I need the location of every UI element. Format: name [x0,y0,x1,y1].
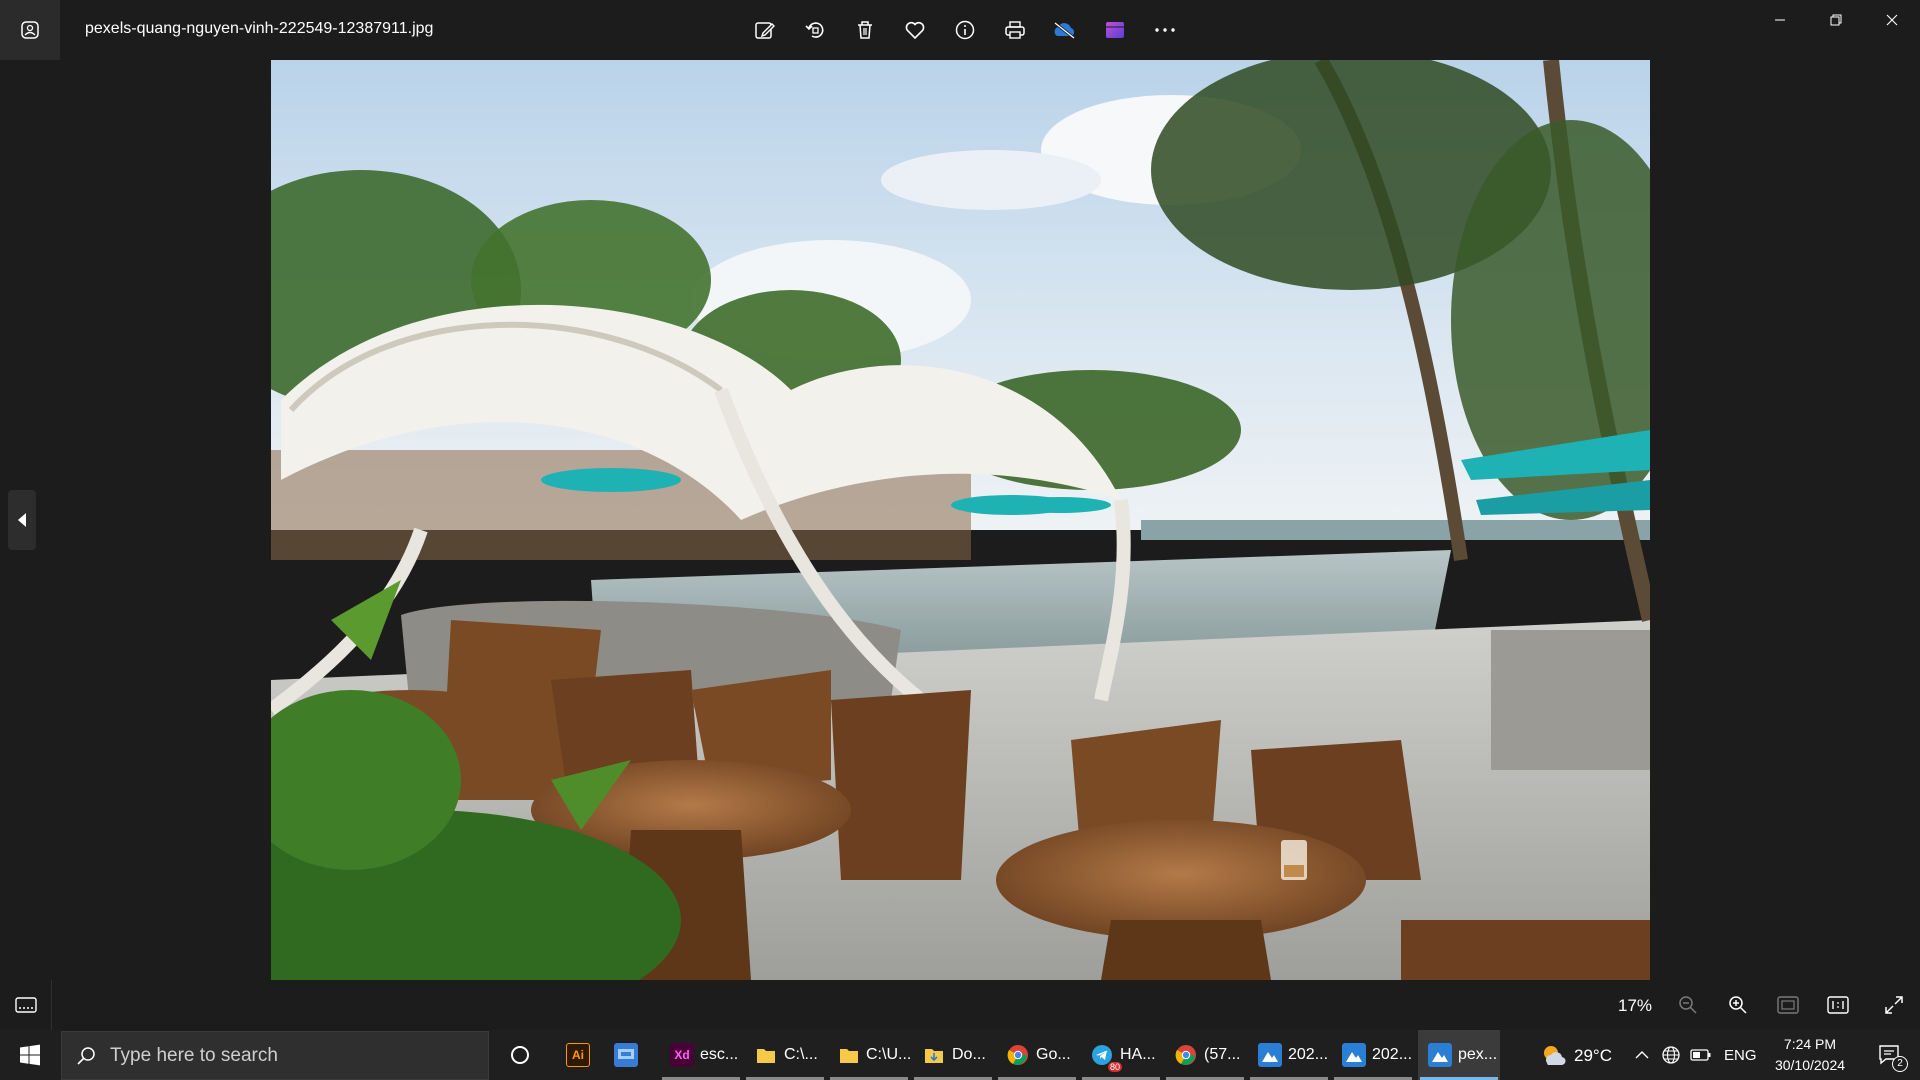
file-name: pexels-quang-nguyen-vinh-222549-12387911… [85,20,434,37]
zoom-level: 17% [1617,996,1653,1015]
photos-icon [1428,1043,1452,1067]
full-screen-icon[interactable] [1872,985,1916,1025]
search-placeholder: Type here to search [110,1044,278,1066]
telegram-icon: 80 [1090,1043,1122,1072]
taskbar-app-telegram[interactable]: 80 HA... [1080,1030,1162,1080]
notification-count: 2 [1892,1056,1908,1072]
zoom-out-button[interactable] [1666,985,1710,1025]
battery-icon[interactable] [1688,1030,1714,1080]
xd-icon: Xd [670,1043,694,1067]
more-options-icon[interactable] [1140,10,1190,50]
fit-to-window-icon[interactable] [1766,985,1810,1025]
actual-size-icon[interactable] [1816,985,1860,1025]
search-icon [77,1046,95,1065]
taskbar-search-box[interactable]: Type here to search [61,1031,489,1080]
chrome-icon [1006,1043,1030,1067]
close-button[interactable] [1864,0,1920,40]
taskbar-app-photos-active[interactable]: pex... [1418,1030,1500,1080]
info-icon[interactable] [940,10,990,50]
taskbar-app-explorer-1[interactable]: C:\... [744,1030,826,1080]
downloads-folder-icon [922,1043,946,1067]
title-bar: pexels-quang-nguyen-vinh-222549-12387911… [0,0,1920,60]
weather-temperature[interactable]: 29°C [1574,1046,1612,1066]
zoom-in-button[interactable] [1716,985,1760,1025]
print-icon[interactable] [990,10,1040,50]
folder-icon [838,1043,860,1067]
displayed-photo [271,60,1650,980]
onedrive-icon[interactable] [1040,10,1090,50]
illustrator-icon: Ai [566,1043,590,1067]
chevron-up-icon[interactable] [1632,1030,1652,1080]
clipchamp-icon[interactable] [1090,10,1140,50]
start-button[interactable] [0,1030,60,1080]
filmstrip-button[interactable] [0,980,52,1030]
notifications-button[interactable]: 2 [1866,1030,1914,1080]
window-controls [1752,0,1920,40]
rotate-icon[interactable] [790,10,840,50]
telegram-badge: 80 [1107,1062,1122,1072]
photos-icon [1342,1043,1366,1067]
photo-toolbar [740,10,1190,50]
viewer-bottom-bar: 17% [0,980,1920,1030]
folder-icon [754,1043,778,1067]
delete-icon[interactable] [840,10,890,50]
control-panel-icon [614,1043,638,1067]
photos-app-icon[interactable] [0,0,60,60]
taskbar-app-explorer-2[interactable]: C:\U... [828,1030,911,1080]
language-indicator[interactable]: ENG [1724,1047,1757,1064]
network-globe-icon[interactable] [1658,1030,1684,1080]
chrome-icon [1174,1043,1198,1067]
taskbar-app-chrome[interactable]: (57... [1164,1030,1246,1080]
taskbar-app-downloads[interactable]: Do... [912,1030,994,1080]
edit-image-icon[interactable] [740,10,790,50]
photo-viewer [0,60,1920,980]
weather-icon[interactable] [1536,1030,1570,1080]
taskbar-app-xd[interactable]: Xd esc... [660,1030,742,1080]
cortana-button[interactable] [500,1030,540,1080]
photos-icon [1258,1043,1282,1067]
clock-date: 30/10/2024 [1774,1057,1846,1073]
minimize-button[interactable] [1752,0,1808,40]
taskbar-app-illustrator[interactable]: Ai [556,1030,600,1080]
previous-photo-button[interactable] [8,490,36,550]
favorite-icon[interactable] [890,10,940,50]
taskbar-app-chrome-google[interactable]: Go... [996,1030,1078,1080]
taskbar-clock[interactable]: 7:24 PM 30/10/2024 [1762,1034,1858,1076]
taskbar-app-control-panel[interactable] [604,1030,656,1080]
restore-button[interactable] [1808,0,1864,40]
taskbar-app-photos-2[interactable]: 202... [1332,1030,1414,1080]
clock-time: 7:24 PM [1783,1036,1837,1052]
windows-taskbar: Type here to search Ai Xd esc... C:\... … [0,1030,1920,1080]
taskbar-app-photos-1[interactable]: 202... [1248,1030,1330,1080]
